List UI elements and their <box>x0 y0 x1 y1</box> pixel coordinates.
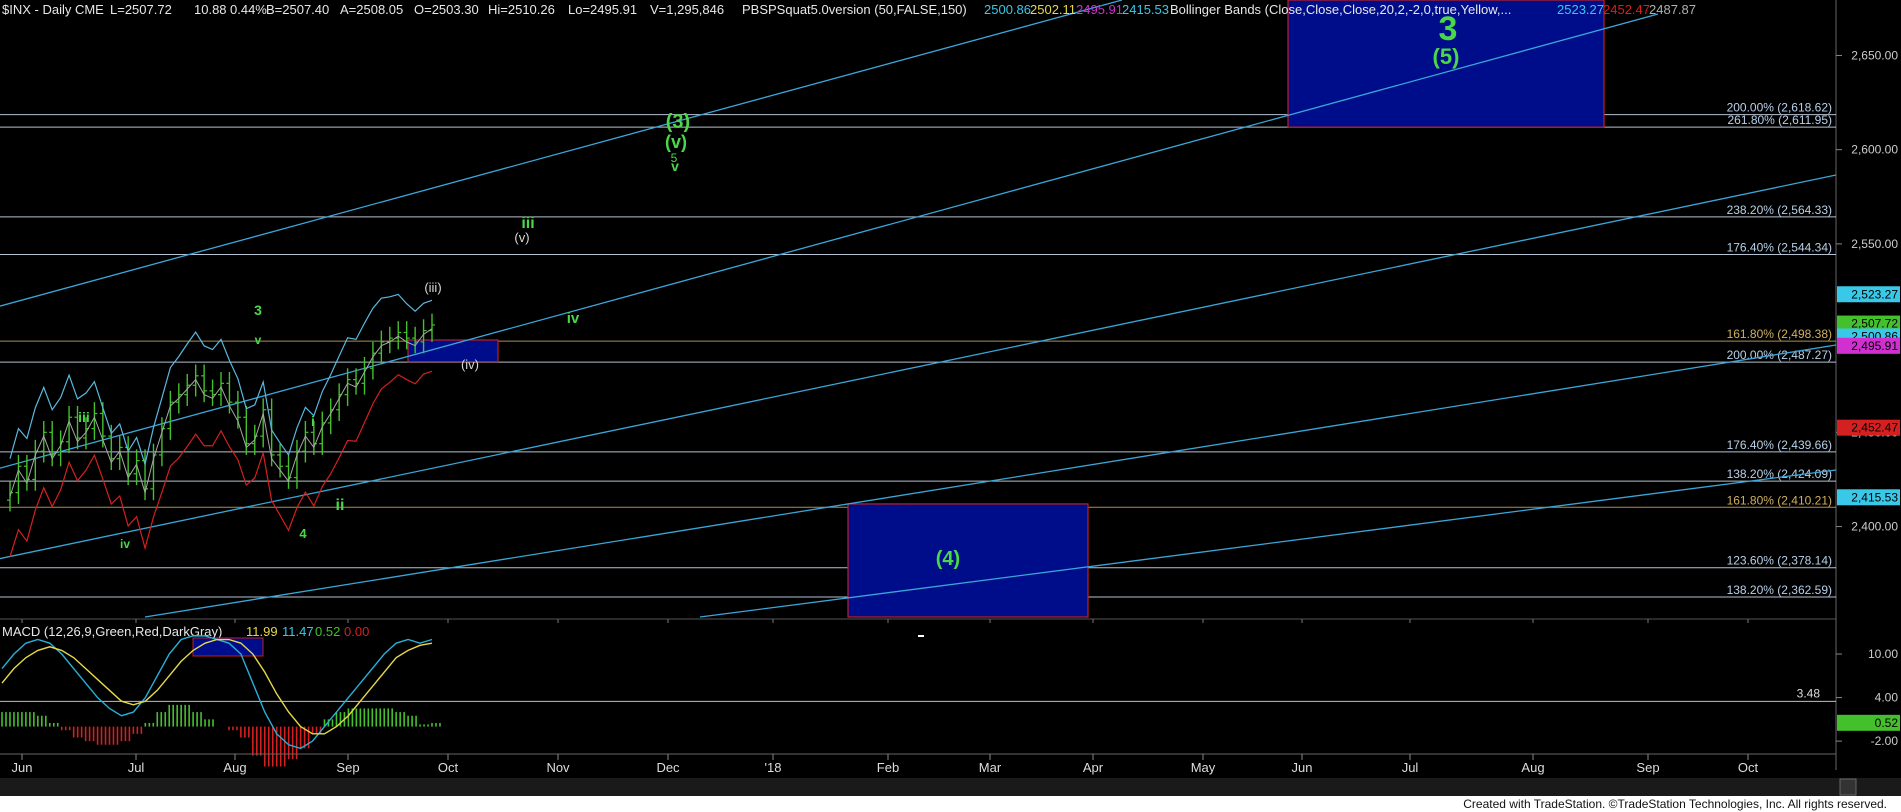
wave-label: v <box>255 333 262 347</box>
pane-marker <box>918 635 924 637</box>
x-axis-label: Oct <box>1738 760 1759 775</box>
x-axis-label: Feb <box>877 760 899 775</box>
header-bid: B=2507.40 <box>266 2 329 17</box>
price-marker-label: 2,495.91 <box>1851 339 1898 353</box>
macd-level-label: 3.48 <box>1797 686 1821 700</box>
fib-level-label: 138.20% (2,424.09) <box>1727 467 1832 481</box>
x-axis-label: Jun <box>1292 760 1313 775</box>
x-axis-label: Sep <box>336 760 359 775</box>
x-axis-label: Aug <box>223 760 246 775</box>
header-study-value: 2502.11 <box>1030 2 1076 17</box>
fib-level-label: 176.40% (2,544.34) <box>1727 241 1832 255</box>
wave-4-target-box <box>847 503 1089 618</box>
x-axis-label: Apr <box>1083 760 1104 775</box>
price-marker-label: 2,523.27 <box>1851 287 1898 301</box>
header-study-value: 2495.91 <box>1076 2 1123 17</box>
macd-axis-label: 4.00 <box>1875 691 1899 705</box>
price-axis-label: 2,400.00 <box>1851 520 1898 534</box>
x-axis-label: Dec <box>656 760 680 775</box>
price-chart-svg: 2,650.002,600.002,550.002,450.002,400.00… <box>0 0 1901 796</box>
x-axis-label: '18 <box>765 760 782 775</box>
header-bollinger-value: 2487.87 <box>1649 2 1696 17</box>
footer-text: Created with TradeStation. ©TradeStation… <box>1463 797 1887 811</box>
fib-level-label: 123.60% (2,378.14) <box>1727 554 1832 568</box>
price-marker-label: 2,452.47 <box>1851 421 1898 435</box>
header-percent: 0.44% <box>230 2 267 17</box>
wave-label: iii <box>78 409 90 425</box>
header-ask: A=2508.05 <box>340 2 403 17</box>
wave-label: (iv) <box>461 357 479 372</box>
header-study-value: 2500.86 <box>984 2 1031 17</box>
x-axis-label: Jul <box>128 760 145 775</box>
macd-axis-label: -2.00 <box>1871 734 1899 748</box>
macd-legend-value: 0.52 <box>315 624 340 639</box>
macd-value-label: 0.52 <box>1875 716 1899 730</box>
header-last: L=2507.72 <box>110 2 172 17</box>
wave-iv-target-box <box>407 339 499 363</box>
x-axis-label: Mar <box>979 760 1002 775</box>
wave-label: iv <box>567 310 580 327</box>
wave-label: (iii) <box>424 280 441 295</box>
header-high: Hi=2510.26 <box>488 2 555 17</box>
header-study: PBSPSquat5.0version (50,FALSE,150) <box>742 2 967 17</box>
header-symbol: $INX - Daily CME <box>2 2 104 17</box>
wave-label: (v) <box>514 230 529 245</box>
chart-background <box>0 0 1901 796</box>
wave-label: (4) <box>936 548 960 570</box>
macd-legend-value: 0.00 <box>344 624 369 639</box>
fib-level-label: 161.80% (2,410.21) <box>1727 493 1832 507</box>
x-axis-label: Oct <box>438 760 459 775</box>
wave-label: (3) <box>666 111 690 133</box>
price-axis-label: 2,650.00 <box>1851 48 1898 62</box>
header-volume: V=1,295,846 <box>650 2 724 17</box>
fib-level-label: 238.20% (2,564.33) <box>1727 203 1832 217</box>
header-bollinger-value: 2452.47 <box>1603 2 1650 17</box>
wave-label: i <box>311 413 315 429</box>
macd-legend-value: 11.47 <box>282 624 314 639</box>
x-axis-label: Jul <box>1402 760 1419 775</box>
wave-label: (v) <box>665 132 687 152</box>
x-axis-label: May <box>1191 760 1216 775</box>
fib-level-label: 261.80% (2,611.95) <box>1727 113 1832 127</box>
wave-label: ii <box>336 497 345 514</box>
header-bollinger-value: 2523.27 <box>1557 2 1604 17</box>
wave-label: 4 <box>299 526 307 541</box>
header-low: Lo=2495.91 <box>568 2 637 17</box>
x-axis-label: Aug <box>1521 760 1544 775</box>
wave-label: v <box>671 158 679 174</box>
price-marker-label: 2,507.72 <box>1851 317 1898 331</box>
wave-label: (5) <box>1433 44 1460 69</box>
header-open: O=2503.30 <box>414 2 479 17</box>
fib-level-label: 138.20% (2,362.59) <box>1727 583 1832 597</box>
header-study-value: 2415.53 <box>1122 2 1169 17</box>
price-marker-label: 2,415.53 <box>1851 490 1898 504</box>
horizontal-scrollbar <box>0 778 1901 796</box>
price-axis-label: 2,600.00 <box>1851 143 1898 157</box>
fib-level-label: 161.80% (2,498.38) <box>1727 327 1832 341</box>
wave-label: 3 <box>254 302 262 318</box>
header-bollinger: Bollinger Bands (Close,Close,Close,20,2,… <box>1170 2 1511 17</box>
header-change: 10.88 <box>194 2 227 17</box>
fib-level-label: 176.40% (2,439.66) <box>1727 438 1832 452</box>
macd-axis-label: 10.00 <box>1868 647 1898 661</box>
macd-legend-value: 11.99 <box>246 624 278 639</box>
x-axis-label: Sep <box>1636 760 1659 775</box>
x-axis-label: Nov <box>546 760 570 775</box>
price-axis-label: 2,550.00 <box>1851 237 1898 251</box>
wave-label: iv <box>120 537 130 551</box>
x-axis-label: Jun <box>12 760 33 775</box>
footer-credit: Created with TradeStation. ©TradeStation… <box>0 796 1901 812</box>
scroll-button <box>1839 778 1857 796</box>
